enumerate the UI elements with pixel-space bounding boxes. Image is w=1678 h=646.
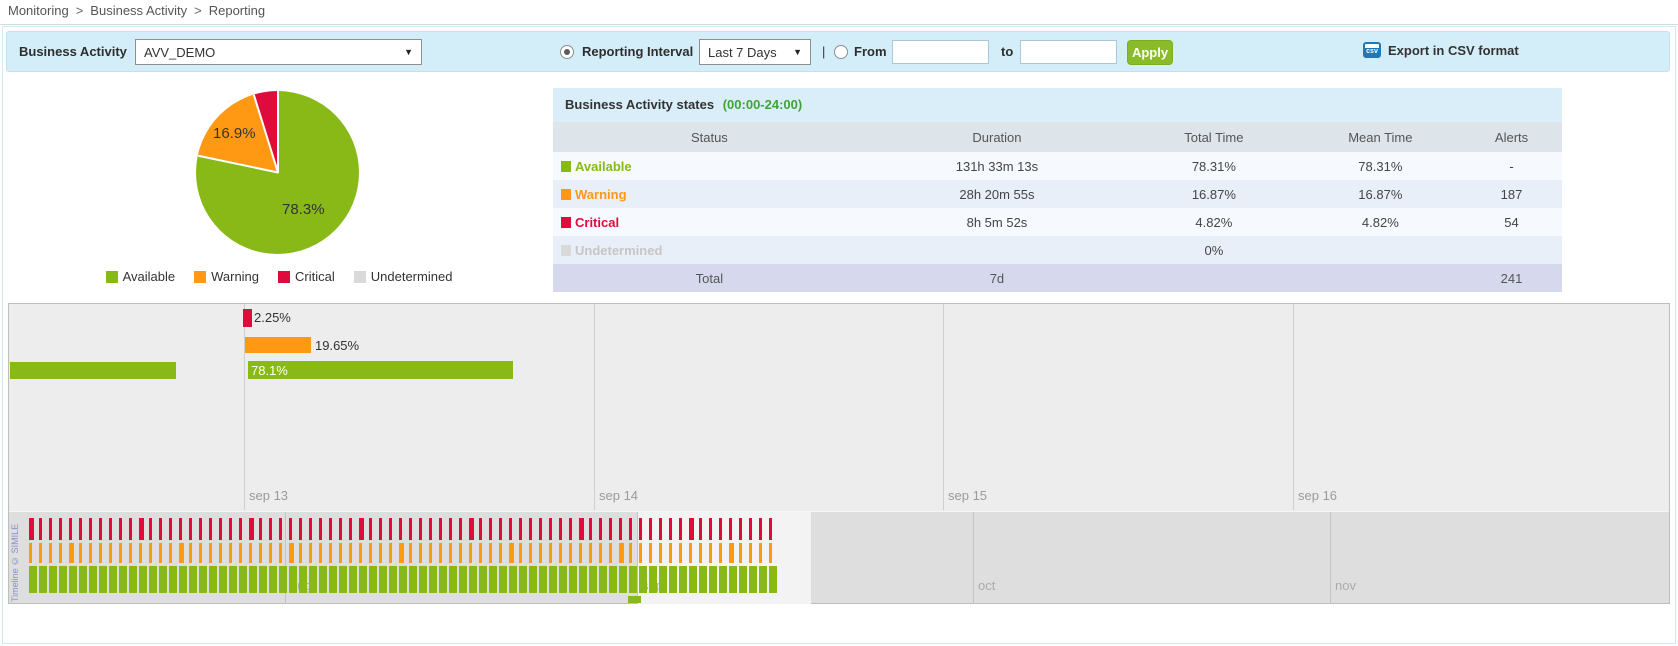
legend-item-critical: Critical — [278, 269, 335, 284]
breadcrumb: Monitoring > Business Activity > Reporting — [0, 0, 1678, 25]
legend-item-undetermined: Undetermined — [354, 269, 453, 284]
states-table: Status Duration Total Time Mean Time Ale… — [553, 122, 1562, 292]
grid-line — [943, 304, 944, 510]
toolbar-separator: | — [822, 44, 825, 59]
to-label: to — [1001, 44, 1013, 59]
business-activity-label: Business Activity — [19, 44, 127, 59]
breadcrumb-separator: > — [194, 3, 202, 18]
chevron-down-icon: ▼ — [404, 47, 413, 57]
pie-label-available: 78.3% — [282, 201, 325, 218]
legend-item-available: Available — [106, 269, 176, 284]
states-title-range: (00:00-24:00) — [723, 97, 803, 112]
reporting-page: Monitoring > Business Activity > Reporting B… — [0, 0, 1678, 646]
business-activity-select[interactable]: AVV_DEMO ▼ — [135, 39, 422, 65]
table-row-undetermined: Undetermined 0% — [553, 236, 1562, 264]
undetermined-swatch — [561, 245, 571, 256]
timeline-overview-band[interactable]: aug sep oct nov — [9, 511, 1669, 603]
states-panel: Business Activity states (00:00-24:00) S… — [553, 88, 1562, 292]
table-row-critical: Critical 8h 5m 52s 4.82% 4.82% 54 — [553, 208, 1562, 236]
warning-swatch — [561, 189, 571, 200]
reporting-interval-select[interactable]: Last 7 Days ▼ — [699, 39, 811, 65]
chevron-down-icon: ▼ — [793, 47, 802, 57]
pie-label-warning: 16.9% — [213, 125, 256, 142]
day-label: sep 15 — [948, 488, 987, 503]
available-bar-previous — [10, 362, 176, 379]
day-label: sep 16 — [1298, 488, 1337, 503]
breadcrumb-monitoring[interactable]: Monitoring — [8, 3, 69, 18]
col-total-time: Total Time — [1128, 122, 1300, 152]
to-date-input[interactable] — [1020, 40, 1117, 64]
states-header-row: Status Duration Total Time Mean Time Ale… — [553, 122, 1562, 152]
from-label: From — [854, 44, 887, 59]
breadcrumb-reporting[interactable]: Reporting — [209, 3, 265, 18]
table-row-available: Available 131h 33m 13s 78.31% 78.31% - — [553, 152, 1562, 180]
from-date-input[interactable] — [892, 40, 989, 64]
day-label: sep 13 — [249, 488, 288, 503]
simile-credit: Timeline © SIMILE — [10, 510, 20, 602]
critical-swatch — [278, 271, 290, 283]
col-mean-time: Mean Time — [1300, 122, 1461, 152]
available-bar-label: 78.1% — [251, 363, 288, 378]
table-row-total: Total 7d 241 — [553, 264, 1562, 292]
grid-line — [594, 304, 595, 510]
csv-icon: csv — [1363, 42, 1381, 58]
reporting-interval-radio[interactable] — [560, 45, 574, 59]
critical-swatch — [561, 217, 571, 228]
critical-bar — [243, 309, 252, 327]
toolbar: Business Activity AVV_DEMO ▼ Reporting I… — [6, 31, 1670, 72]
available-swatch — [106, 271, 118, 283]
day-label: sep 14 — [599, 488, 638, 503]
overview-ticks — [9, 512, 1669, 603]
breadcrumb-separator: > — [76, 3, 84, 18]
pie-legend: Available Warning Critical Undetermined — [0, 269, 558, 284]
grid-line — [1293, 304, 1294, 510]
legend-item-warning: Warning — [194, 269, 259, 284]
col-status: Status — [553, 122, 866, 152]
undetermined-swatch — [354, 271, 366, 283]
timeline-panel[interactable]: sep 13 sep 14 sep 15 sep 16 2.25% 19.65%… — [8, 303, 1670, 604]
warning-swatch — [194, 271, 206, 283]
available-swatch — [561, 161, 571, 172]
states-title-bar: Business Activity states (00:00-24:00) — [553, 88, 1562, 122]
col-alerts: Alerts — [1461, 122, 1562, 152]
critical-bar-label: 2.25% — [254, 310, 291, 325]
col-duration: Duration — [866, 122, 1128, 152]
apply-button[interactable]: Apply — [1127, 40, 1173, 65]
grid-line — [244, 304, 245, 510]
table-row-warning: Warning 28h 20m 55s 16.87% 16.87% 187 — [553, 180, 1562, 208]
warning-bar — [245, 337, 311, 353]
warning-bar-label: 19.65% — [315, 338, 359, 353]
current-date-marker — [628, 596, 641, 603]
export-csv-link[interactable]: csv Export in CSV format — [1363, 42, 1519, 58]
pie-chart: 78.3% 16.9% — [196, 91, 359, 254]
breadcrumb-business-activity[interactable]: Business Activity — [90, 3, 187, 18]
custom-period-radio[interactable] — [834, 45, 848, 59]
reporting-interval-value: Last 7 Days — [708, 45, 777, 60]
reporting-interval-label: Reporting Interval — [582, 44, 693, 59]
states-title: Business Activity states — [565, 97, 714, 112]
business-activity-value: AVV_DEMO — [144, 45, 215, 60]
export-csv-label: Export in CSV format — [1388, 43, 1519, 58]
